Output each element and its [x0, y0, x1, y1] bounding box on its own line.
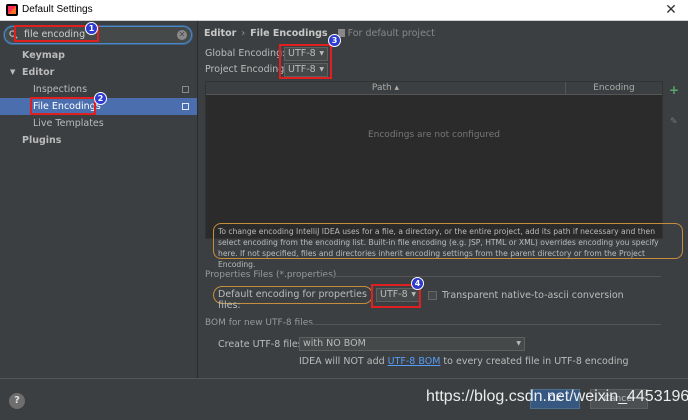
window-title: Default Settings — [22, 4, 93, 15]
breadcrumb-separator: › — [241, 28, 246, 39]
properties-encoding-row: Default encoding for properties files: — [213, 286, 373, 311]
encoding-column-header[interactable]: Encoding — [566, 82, 662, 95]
create-utf8-value: with NO BOM — [303, 338, 366, 349]
sidebar-item-label: Plugins — [22, 135, 62, 146]
step-marker-3: 3 — [328, 34, 341, 47]
step-marker-1: 1 — [85, 22, 98, 35]
properties-encoding-label: Default encoding for properties files: — [218, 289, 367, 311]
bom-divider — [309, 324, 661, 325]
breadcrumb: Editor › File Encodings For default project — [204, 28, 435, 39]
step-marker-4: 4 — [411, 277, 424, 290]
scope-label: For default project — [347, 28, 435, 39]
help-icon[interactable]: ? — [9, 393, 25, 409]
transparent-ascii-checkbox[interactable] — [428, 291, 437, 300]
clear-search-icon[interactable]: ✕ — [177, 30, 187, 40]
bom-note-before: IDEA will NOT add — [299, 356, 388, 367]
edit-icon[interactable]: ✎ — [670, 117, 678, 127]
bom-section-title: BOM for new UTF-8 files — [205, 318, 313, 328]
breadcrumb-root: Editor — [204, 28, 237, 39]
dropdown-caret-icon: ▼ — [516, 340, 521, 347]
sidebar-item-label: Editor — [22, 67, 55, 78]
bom-note-after: to every created file in UTF-8 encoding — [440, 356, 629, 367]
table-header: Path ▴ Encoding — [206, 82, 662, 95]
global-encoding-label: Global Encoding: — [205, 48, 286, 59]
breadcrumb-current: File Encodings — [250, 28, 328, 39]
properties-divider — [321, 276, 661, 277]
table-empty-text: Encodings are not configured — [367, 130, 501, 140]
bom-note: IDEA will NOT add UTF-8 BOM to every cre… — [299, 356, 629, 367]
sidebar-item-label: Live Templates — [33, 118, 104, 129]
highlight-box-file-encodings — [30, 97, 96, 115]
expanded-arrow-icon[interactable]: ▼ — [10, 64, 15, 81]
highlight-box-encodings — [279, 44, 332, 79]
properties-section-title: Properties Files (*.properties) — [205, 270, 337, 280]
title-bar: Default Settings ✕ — [0, 0, 688, 21]
sidebar-item-label: Keymap — [22, 50, 65, 61]
settings-sidebar: file encoding ✕ Keymap ▼ Editor Inspecti… — [0, 21, 198, 378]
close-window-button[interactable]: ✕ — [654, 0, 688, 20]
step-marker-2: 2 — [94, 92, 107, 105]
sidebar-item-keymap[interactable]: Keymap — [0, 47, 197, 64]
sidebar-item-editor[interactable]: ▼ Editor — [0, 64, 197, 81]
create-utf8-label: Create UTF-8 files: — [218, 339, 306, 350]
sidebar-item-plugins[interactable]: Plugins — [0, 132, 197, 149]
project-encoding-label: Project Encoding: — [205, 64, 288, 75]
create-utf8-select[interactable]: with NO BOM ▼ — [299, 337, 525, 351]
encoding-help-text: To change encoding IntelliJ IDEA uses fo… — [213, 223, 683, 269]
transparent-ascii-label: Transparent native-to-ascii conversion — [442, 290, 624, 301]
path-column-header[interactable]: Path ▴ — [206, 82, 566, 95]
intellij-app-icon — [6, 4, 18, 16]
project-settings-icon — [182, 86, 189, 93]
path-encoding-table[interactable]: Path ▴ Encoding Encodings are not config… — [205, 81, 663, 239]
settings-content: Editor › File Encodings For default project… — [199, 21, 688, 378]
csdn-watermark: https://blog.csdn.net/weixin_44531966 — [426, 388, 688, 405]
add-icon[interactable]: + — [669, 83, 679, 97]
sidebar-item-label: Inspections — [33, 84, 88, 95]
sidebar-item-live-templates[interactable]: Live Templates — [0, 115, 197, 132]
utf8-bom-link[interactable]: UTF-8 BOM — [388, 356, 441, 367]
project-settings-icon — [182, 103, 189, 110]
